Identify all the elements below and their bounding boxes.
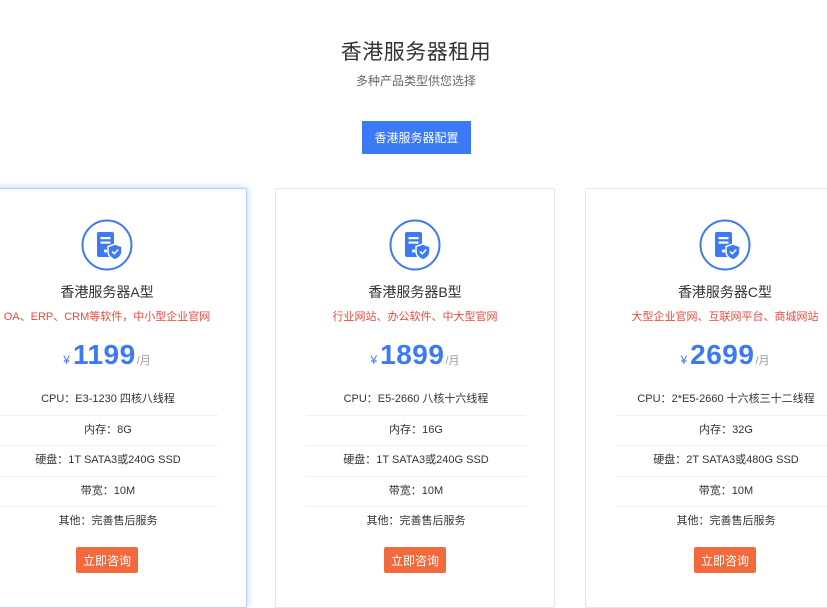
plan-description: 行业网站、办公软件、中大型官网 (332, 311, 498, 323)
server-config-button[interactable]: 香港服务器配置 (362, 121, 471, 154)
plan-name: 香港服务器C型 (677, 284, 773, 300)
spec-other: 其他：完善售后服务 (366, 515, 466, 527)
spec-cpu: CPU：E5-2660 八核十六线程 (306, 385, 526, 416)
plan-name: 香港服务器B型 (368, 284, 462, 300)
spec-memory: 内存：8G (0, 416, 218, 446)
price: ¥ 1199 /月 (0, 339, 246, 371)
spec-bandwidth: 带宽：10M (0, 477, 218, 507)
spec-disk: 硬盘：1T SATA3或240G SSD (306, 446, 526, 477)
plan-name: 香港服务器A型 (60, 284, 154, 300)
spec-disk: 硬盘：2T SATA3或480G SSD (616, 446, 827, 477)
spec-memory: 内存：32G (616, 416, 827, 446)
price-unit: /月 (445, 355, 460, 367)
page-subtitle: 多种产品类型供您选择 (355, 74, 476, 88)
spec-bandwidth: 带宽：10M (306, 477, 526, 507)
plan-card-a: 香港服务器A型 OA、ERP、CRM等软件，中小型企业官网 ¥ 1199 /月 … (0, 188, 247, 608)
price-value: 2699 (690, 339, 755, 370)
spec-other: 其他：完善售后服务 (58, 515, 158, 527)
price-unit: /月 (755, 355, 770, 367)
server-shield-icon (81, 219, 133, 271)
spec-other: 其他：完善售后服务 (676, 515, 776, 527)
spec-disk: 硬盘：1T SATA3或240G SSD (0, 446, 218, 477)
spec-bandwidth: 带宽：10M (616, 477, 827, 507)
price-unit: /月 (136, 355, 151, 367)
price: ¥ 1899 /月 (276, 339, 554, 371)
spec-list: CPU：2*E5-2660 十六核三十二线程 内存：32G 硬盘：2T SATA… (616, 385, 827, 537)
server-shield-icon (699, 219, 751, 271)
price-value: 1199 (72, 339, 136, 370)
spec-cpu: CPU：2*E5-2660 十六核三十二线程 (616, 385, 827, 416)
consult-button[interactable]: 立即咨询 (694, 547, 756, 573)
page-title: 香港服务器租用 (340, 41, 492, 64)
plan-description: 大型企业官网、互联网平台、商城网站 (631, 311, 819, 323)
price: ¥ 2699 /月 (586, 339, 827, 371)
spec-cpu: CPU：E3-1230 四核八线程 (0, 385, 218, 416)
spec-list: CPU：E3-1230 四核八线程 内存：8G 硬盘：1T SATA3或240G… (0, 385, 218, 537)
spec-list: CPU：E5-2660 八核十六线程 内存：16G 硬盘：1T SATA3或24… (306, 385, 526, 537)
plan-description: OA、ERP、CRM等软件，中小型企业官网 (3, 311, 211, 323)
consult-button[interactable]: 立即咨询 (384, 547, 446, 573)
price-value: 1899 (380, 339, 445, 370)
consult-button[interactable]: 立即咨询 (76, 547, 138, 573)
plan-card-c: 香港服务器C型 大型企业官网、互联网平台、商城网站 ¥ 2699 /月 CPU：… (585, 188, 827, 608)
price-currency: ¥ (680, 353, 688, 367)
plan-card-b: 香港服务器B型 行业网站、办公软件、中大型官网 ¥ 1899 /月 CPU：E5… (275, 188, 555, 608)
spec-memory: 内存：16G (306, 416, 526, 446)
price-currency: ¥ (63, 353, 70, 367)
price-currency: ¥ (370, 353, 378, 367)
server-shield-icon (389, 219, 441, 271)
